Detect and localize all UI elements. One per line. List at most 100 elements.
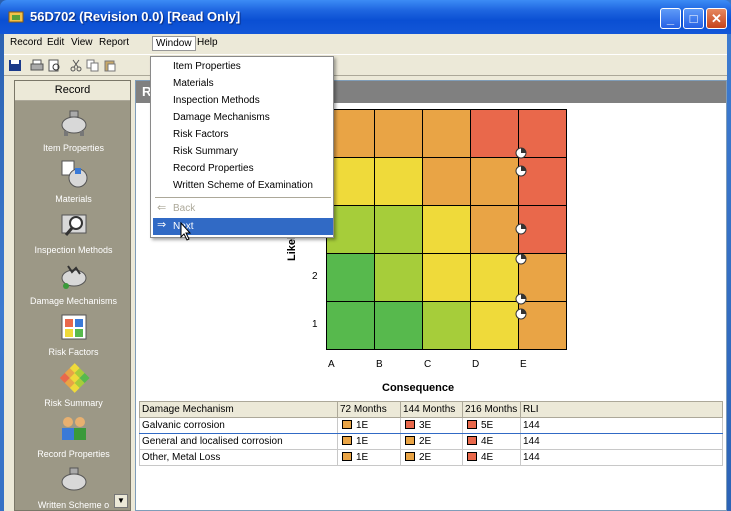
close-button[interactable]: ✕ bbox=[706, 8, 727, 29]
column-header-rli[interactable]: RLI bbox=[520, 401, 723, 418]
cell-216-months: 4E bbox=[462, 433, 521, 450]
risk-color-swatch bbox=[405, 420, 415, 430]
x-tick-label: A bbox=[328, 359, 335, 370]
cell-damage-mechanism: General and localised corrosion bbox=[139, 433, 338, 450]
risk-marker-icon[interactable] bbox=[515, 293, 527, 305]
risk-color-swatch bbox=[342, 436, 352, 446]
print-icon[interactable] bbox=[30, 59, 44, 72]
menu-item-damage-mechanisms[interactable]: Damage Mechanisms bbox=[173, 112, 270, 123]
menu-view[interactable]: View bbox=[71, 37, 93, 48]
sidebar-item-label: Written Scheme o bbox=[37, 500, 110, 510]
menu-edit[interactable]: Edit bbox=[47, 37, 64, 48]
matrix-cell bbox=[470, 253, 519, 302]
sidebar-item-risk-factors[interactable]: Risk Factors bbox=[15, 311, 130, 357]
matrix-cell bbox=[326, 301, 375, 350]
menu-window[interactable]: Window bbox=[152, 36, 196, 51]
x-tick-label: B bbox=[376, 359, 383, 370]
table-row[interactable]: General and localised corrosion 1E 2E 4E 144 bbox=[139, 433, 723, 450]
matrix-cell bbox=[422, 157, 471, 206]
toolbar bbox=[4, 54, 727, 76]
mouse-cursor-icon bbox=[180, 222, 192, 241]
column-header-72-months[interactable]: 72 Months bbox=[337, 401, 401, 418]
table-row[interactable]: Galvanic corrosion 1E 3E 5E 144 bbox=[139, 417, 723, 434]
sidebar-item-label: Item Properties bbox=[42, 143, 105, 153]
menu-item-risk-factors[interactable]: Risk Factors bbox=[173, 129, 229, 140]
cell-144-months: 2E bbox=[400, 433, 463, 450]
sidebar-item-label: Risk Summary bbox=[44, 398, 103, 408]
risk-color-swatch bbox=[467, 436, 477, 446]
title-bar[interactable]: 56D702 (Revision 0.0) [Read Only] _ □ ✕ bbox=[0, 0, 731, 34]
menu-item-materials[interactable]: Materials bbox=[173, 78, 214, 89]
maximize-button[interactable]: □ bbox=[683, 8, 704, 29]
menu-item-risk-summary[interactable]: Risk Summary bbox=[173, 146, 238, 157]
cell-144-months: 2E bbox=[400, 449, 463, 466]
x-tick-label: E bbox=[520, 359, 527, 370]
matrix-cell bbox=[422, 253, 471, 302]
x-tick-label: D bbox=[472, 359, 480, 370]
y-axis-label: Likel bbox=[286, 235, 298, 261]
save-icon[interactable] bbox=[8, 59, 22, 72]
x-tick-label: C bbox=[424, 359, 432, 370]
paste-icon[interactable] bbox=[103, 59, 117, 72]
print-preview-icon[interactable] bbox=[47, 59, 61, 72]
inspection-icon bbox=[61, 214, 86, 236]
menu-separator bbox=[155, 197, 331, 198]
back-arrow-icon: ⇐ bbox=[157, 202, 167, 214]
sidebar-item-label: Record Properties bbox=[37, 449, 110, 459]
copy-icon[interactable] bbox=[86, 59, 100, 72]
menu-record[interactable]: Record bbox=[10, 37, 42, 48]
column-header-damage-mechanism[interactable]: Damage Mechanism bbox=[139, 401, 338, 418]
cell-72-months: 1E bbox=[337, 417, 401, 434]
risk-marker-icon[interactable] bbox=[515, 308, 527, 320]
menu-help[interactable]: Help bbox=[197, 37, 218, 48]
column-header-216-months[interactable]: 216 Months bbox=[462, 401, 521, 418]
sidebar-item-damage-mechanisms[interactable]: Damage Mechanisms bbox=[15, 260, 130, 306]
menu-item-record-properties[interactable]: Record Properties bbox=[173, 163, 254, 174]
cut-icon[interactable] bbox=[69, 59, 83, 72]
menu-report[interactable]: Report bbox=[99, 37, 129, 48]
risk-marker-icon[interactable] bbox=[515, 147, 527, 159]
menu-item-written-scheme[interactable]: Written Scheme of Examination bbox=[173, 180, 313, 191]
vessel-icon bbox=[61, 467, 86, 491]
sidebar-item-item-properties[interactable]: Item Properties bbox=[15, 107, 130, 153]
cell-damage-mechanism: Galvanic corrosion bbox=[139, 417, 338, 434]
risk-color-swatch bbox=[467, 452, 477, 462]
window-title: 56D702 (Revision 0.0) [Read Only] bbox=[30, 9, 241, 24]
table-row[interactable]: Other, Metal Loss 1E 2E 4E 144 bbox=[139, 449, 723, 466]
record-sidebar: Record Item Properties Materials Inspect… bbox=[14, 80, 131, 511]
minimize-button[interactable]: _ bbox=[660, 8, 681, 29]
menu-item-inspection-methods[interactable]: Inspection Methods bbox=[173, 95, 260, 106]
risk-marker-icon[interactable] bbox=[515, 165, 527, 177]
risk-color-swatch bbox=[342, 420, 352, 430]
sidebar-item-risk-summary[interactable]: Risk Summary bbox=[15, 362, 130, 408]
cell-rli: 144 bbox=[520, 417, 723, 434]
vessel-icon bbox=[61, 110, 86, 136]
matrix-cell bbox=[374, 253, 423, 302]
matrix-cell bbox=[374, 109, 423, 158]
sidebar-item-materials[interactable]: Materials bbox=[15, 158, 130, 204]
cell-damage-mechanism: Other, Metal Loss bbox=[139, 449, 338, 466]
matrix-cell bbox=[470, 109, 519, 158]
risk-color-swatch bbox=[467, 420, 477, 430]
cell-216-months: 5E bbox=[462, 417, 521, 434]
matrix-cell bbox=[422, 109, 471, 158]
sidebar-item-label: Materials bbox=[55, 194, 92, 204]
column-header-144-months[interactable]: 144 Months bbox=[400, 401, 463, 418]
risk-marker-icon[interactable] bbox=[515, 253, 527, 265]
x-axis-label: Consequence bbox=[382, 382, 455, 394]
risk-matrix-icon bbox=[59, 363, 90, 393]
sidebar-item-inspection-methods[interactable]: Inspection Methods bbox=[15, 209, 130, 255]
damage-icon bbox=[61, 265, 86, 289]
app-icon bbox=[8, 11, 24, 23]
window-frame: Record Edit View Report Window Help Reco… bbox=[4, 34, 727, 511]
sidebar-scroll-down-button[interactable]: ▼ bbox=[114, 494, 128, 508]
damage-mechanism-table: Damage Mechanism 72 Months 144 Months 21… bbox=[139, 401, 723, 466]
sidebar-item-record-properties[interactable]: Record Properties bbox=[15, 413, 130, 459]
matrix-cell bbox=[374, 301, 423, 350]
menu-bar: Record Edit View Report Window Help bbox=[4, 34, 727, 54]
risk-marker-icon[interactable] bbox=[515, 223, 527, 235]
cell-72-months: 1E bbox=[337, 449, 401, 466]
risk-color-swatch bbox=[405, 452, 415, 462]
application-window: 56D702 (Revision 0.0) [Read Only] _ □ ✕ … bbox=[0, 0, 731, 511]
menu-item-item-properties[interactable]: Item Properties bbox=[173, 61, 241, 72]
